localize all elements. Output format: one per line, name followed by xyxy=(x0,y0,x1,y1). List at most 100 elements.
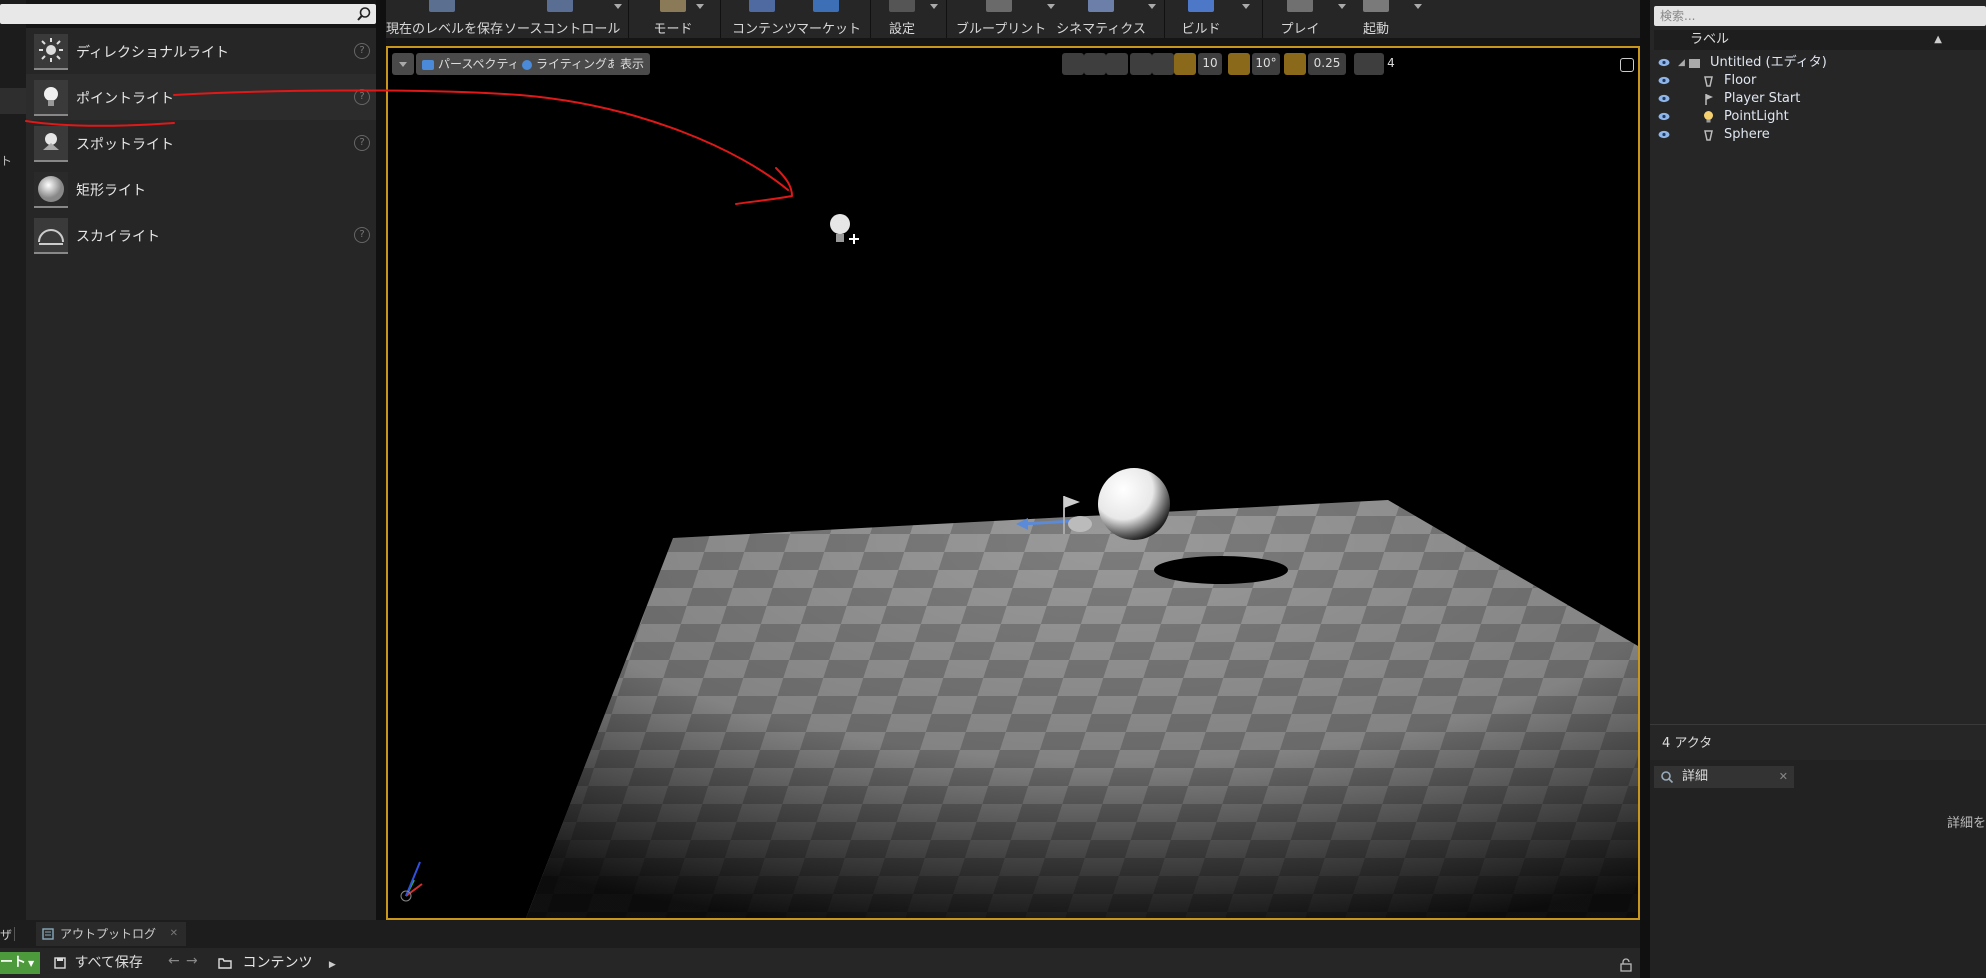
outliner-row[interactable]: Floor xyxy=(1650,72,1986,90)
close-icon[interactable]: ✕ xyxy=(170,922,178,946)
tab-content-browser[interactable]: ザ xyxy=(0,926,12,943)
light-bulb-icon xyxy=(1704,111,1713,123)
level-viewport[interactable]: パースペクティブ ライティングあり 表示 10 10° 0.25 4 xyxy=(386,46,1640,920)
back-arrow-icon[interactable]: ← xyxy=(168,953,180,969)
list-item-spot-light[interactable]: スポットライト ? xyxy=(26,120,376,166)
save-all-button[interactable]: すべて保存 xyxy=(54,952,143,974)
sort-ascending-icon[interactable]: ▲ xyxy=(1934,30,1942,50)
list-item-label: 矩形ライト xyxy=(76,183,146,199)
sun-icon xyxy=(34,34,68,70)
tab-output-log[interactable]: アウトプットログ ✕ xyxy=(36,922,186,946)
list-item-sky-light[interactable]: スカイライト ? xyxy=(26,212,376,258)
chevron-down-icon[interactable] xyxy=(696,4,704,9)
grid-snap-icon[interactable] xyxy=(1174,53,1196,75)
show-button[interactable]: 表示 xyxy=(614,53,651,75)
grid-snap-value[interactable]: 10 xyxy=(1198,53,1222,75)
skylight-icon xyxy=(34,218,68,254)
visibility-eye-icon[interactable] xyxy=(1658,130,1670,139)
play-icon xyxy=(1287,0,1313,12)
build-label: ビルド xyxy=(1181,22,1221,37)
list-item-point-light[interactable]: ポイントライト ? xyxy=(26,74,376,120)
scale-icon[interactable] xyxy=(1106,53,1128,75)
scene-render[interactable] xyxy=(388,48,1638,918)
forward-arrow-icon[interactable]: → xyxy=(186,953,198,969)
outliner-column-header[interactable]: ラベル ▲ xyxy=(1654,30,1986,50)
close-icon[interactable]: ✕ xyxy=(1779,766,1788,788)
market-button[interactable]: マーケット xyxy=(796,0,861,38)
gear-icon xyxy=(889,0,915,12)
visibility-eye-icon[interactable] xyxy=(1658,58,1670,67)
chevron-down-icon[interactable] xyxy=(614,4,622,9)
maximize-viewport-icon[interactable] xyxy=(1620,58,1634,72)
list-item-directional-light[interactable]: ディレクショナルライト ? xyxy=(26,28,376,74)
rect-light-icon xyxy=(34,172,68,208)
play-button[interactable]: プレイ xyxy=(1274,0,1326,38)
toolbar-divider xyxy=(720,0,721,38)
lighting-sphere-icon xyxy=(522,59,532,70)
place-actors-search-input[interactable] xyxy=(0,4,376,24)
chevron-down-icon[interactable] xyxy=(930,4,938,9)
outliner-search-input[interactable]: 検索... xyxy=(1654,6,1986,26)
details-tab[interactable]: 詳細 ✕ xyxy=(1654,766,1794,788)
save-level-button[interactable]: 現在のレベルを保存 xyxy=(386,0,503,38)
panel-splitter[interactable] xyxy=(1640,0,1650,978)
world-local-icon[interactable] xyxy=(1130,53,1152,75)
surface-snap-icon[interactable] xyxy=(1152,53,1174,75)
sphere-mesh[interactable] xyxy=(1098,468,1170,540)
blueprints-label: ブループリント xyxy=(956,22,1047,37)
visibility-eye-icon[interactable] xyxy=(1658,94,1670,103)
help-icon[interactable]: ? xyxy=(354,89,370,105)
list-item-label: ポイントライト xyxy=(76,91,174,107)
content-path-breadcrumb[interactable]: コンテンツ ▶ xyxy=(218,952,336,974)
rotation-snap-value[interactable]: 10° xyxy=(1252,53,1280,75)
help-icon[interactable]: ? xyxy=(354,43,370,59)
scale-snap-icon[interactable] xyxy=(1284,53,1306,75)
outliner-row[interactable]: PointLight xyxy=(1650,108,1986,126)
search-icon[interactable] xyxy=(356,6,372,22)
save-icon xyxy=(429,0,455,12)
build-button[interactable]: ビルド xyxy=(1176,0,1226,38)
category-label-fragment[interactable]: ト xyxy=(0,152,12,169)
camera-icon xyxy=(422,59,434,70)
chevron-down-icon[interactable] xyxy=(1414,4,1422,9)
chevron-down-icon[interactable] xyxy=(1242,4,1250,9)
viewport-options-dropdown[interactable] xyxy=(392,53,414,75)
source-control-button[interactable]: ソースコントロール xyxy=(504,0,620,38)
rotate-icon[interactable] xyxy=(1084,53,1106,75)
point-light-gizmo[interactable] xyxy=(830,214,859,244)
help-icon[interactable]: ? xyxy=(354,227,370,243)
rotation-snap-icon[interactable] xyxy=(1228,53,1250,75)
toolbar-divider xyxy=(870,0,871,38)
modes-button[interactable]: モード xyxy=(648,0,698,38)
scale-snap-value[interactable]: 0.25 xyxy=(1308,53,1346,75)
chevron-down-icon[interactable] xyxy=(1047,4,1055,9)
help-icon[interactable]: ? xyxy=(354,135,370,151)
blueprints-button[interactable]: ブループリント xyxy=(956,0,1047,38)
outliner-row[interactable]: Player Start xyxy=(1650,90,1986,108)
panel-splitter[interactable] xyxy=(376,0,386,920)
camera-speed-value[interactable]: 4 xyxy=(1382,53,1400,75)
content-button[interactable]: コンテンツ xyxy=(732,0,797,38)
expand-arrow-icon[interactable]: ◢ xyxy=(1678,54,1685,72)
actor-count-label: 4 アクタ xyxy=(1662,736,1713,751)
toolbar-divider xyxy=(946,0,947,38)
cinematics-button[interactable]: シネマティクス xyxy=(1056,0,1146,38)
content-path-label: コンテンツ xyxy=(242,955,313,971)
lock-icon[interactable] xyxy=(1620,958,1632,972)
camera-speed-icon[interactable] xyxy=(1354,53,1384,75)
launch-button[interactable]: 起動 xyxy=(1350,0,1402,38)
visibility-eye-icon[interactable] xyxy=(1658,112,1670,121)
list-item-rect-light[interactable]: 矩形ライト xyxy=(26,166,376,212)
outliner-row[interactable]: Sphere xyxy=(1650,126,1986,144)
category-selected-highlight[interactable] xyxy=(0,88,26,114)
play-label: プレイ xyxy=(1280,22,1320,37)
settings-label: 設定 xyxy=(888,22,915,37)
outliner-row[interactable]: ◢ Untitled (エディタ) xyxy=(1650,54,1986,72)
add-import-button[interactable]: ート ▼ xyxy=(0,952,40,974)
chevron-down-icon[interactable] xyxy=(1338,4,1346,9)
chevron-right-icon[interactable]: ▶ xyxy=(329,960,336,970)
chevron-down-icon[interactable] xyxy=(1148,4,1156,9)
settings-button[interactable]: 設定 xyxy=(882,0,922,38)
visibility-eye-icon[interactable] xyxy=(1658,76,1670,85)
translate-icon[interactable] xyxy=(1062,53,1084,75)
